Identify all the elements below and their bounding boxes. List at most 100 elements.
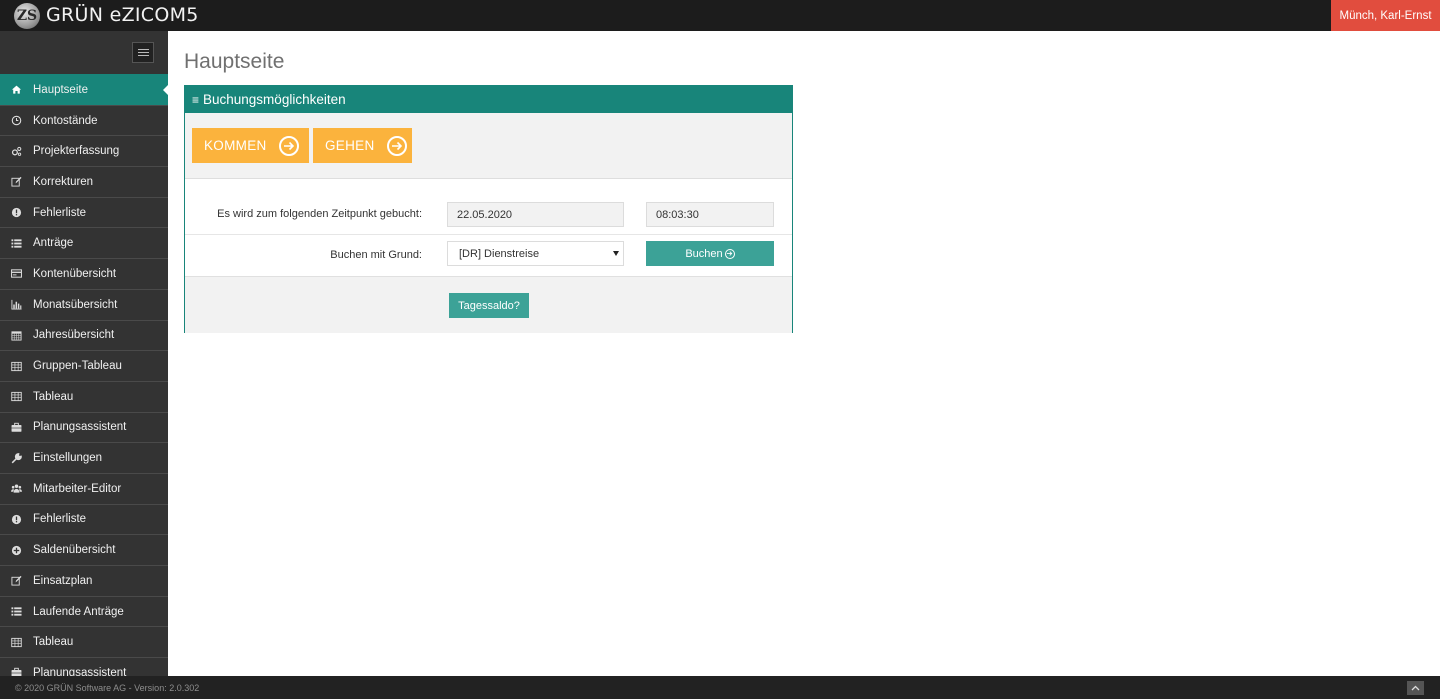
table-icon xyxy=(0,391,33,402)
reason-label: Buchen mit Grund: xyxy=(330,249,422,261)
calendar-icon xyxy=(0,330,33,341)
panel-header: ≡ Buchungsmöglichkeiten xyxy=(185,86,792,113)
logo-mark-text: ZS xyxy=(16,7,38,24)
sidebar-item-label: Gruppen-Tableau xyxy=(33,360,122,373)
sidebar-item-saldenübersicht[interactable]: Saldenübersicht xyxy=(0,534,168,565)
list-icon xyxy=(0,606,33,617)
sidebar-item-label: Planungsassistent xyxy=(33,421,127,434)
sidebar-item-mitarbeiter-editor[interactable]: Mitarbeiter-Editor xyxy=(0,472,168,504)
sidebar-item-hauptseite[interactable]: Hauptseite xyxy=(0,74,168,105)
sidebar-item-projekterfassung[interactable]: Projekterfassung xyxy=(0,135,168,166)
exclamation-icon xyxy=(0,514,33,525)
user-menu-button[interactable]: Münch, Karl-Ernst xyxy=(1331,0,1440,31)
sidebar-item-jahresübersicht[interactable]: Jahresübersicht xyxy=(0,319,168,351)
kommen-label: KOMMEN xyxy=(204,138,267,153)
sidebar-item-label: Saldenübersicht xyxy=(33,544,116,557)
timestamp-row: Es wird zum folgenden Zeitpunkt gebucht:… xyxy=(185,179,792,235)
scroll-top-button[interactable] xyxy=(1407,681,1424,695)
sidebar-header xyxy=(0,31,168,74)
kommen-button[interactable]: KOMMEN xyxy=(192,128,309,163)
app-logo[interactable]: ZS GRÜN eZICOM5 xyxy=(14,2,199,29)
timestamp-label: Es wird zum folgenden Zeitpunkt gebucht: xyxy=(217,208,422,220)
time-field: 08:03:30 xyxy=(646,202,774,227)
logo-mark: ZS xyxy=(14,2,40,29)
table-icon xyxy=(0,361,33,372)
users-icon xyxy=(0,483,33,494)
bar-chart-icon xyxy=(0,299,33,310)
sidebar-item-label: Korrekturen xyxy=(33,175,94,188)
sidebar-item-label: Jahresübersicht xyxy=(33,329,115,342)
plus-circle-icon xyxy=(0,545,33,556)
sidebar-item-label: Einstellungen xyxy=(33,452,103,465)
sidebar-item-label: Planungsassistent xyxy=(33,666,127,676)
sidebar-item-label: Tableau xyxy=(33,390,74,403)
gehen-button[interactable]: GEHEN xyxy=(313,128,412,163)
cogs-icon xyxy=(0,146,33,157)
sidebar-item-korrekturen[interactable]: Korrekturen xyxy=(0,166,168,197)
sidebar-item-tableau[interactable]: Tableau xyxy=(0,626,168,657)
arrow-right-circle-icon xyxy=(278,135,299,156)
list-icon xyxy=(0,238,33,249)
reason-select[interactable]: [DR] Dienstreise xyxy=(447,241,624,266)
sidebar-item-label: Kontenübersicht xyxy=(33,267,117,280)
buchen-button[interactable]: Buchen xyxy=(646,241,774,266)
sidebar-item-tableau[interactable]: Tableau xyxy=(0,380,168,412)
buchen-label: Buchen xyxy=(685,247,723,260)
sidebar-item-anträge[interactable]: Anträge xyxy=(0,227,168,258)
reason-select-value: [DR] Dienstreise xyxy=(459,247,540,260)
clock-icon xyxy=(0,115,33,126)
sidebar-nav: Hauptseite Kontostände Projekterfassung Kor… xyxy=(0,74,168,676)
chevron-up-icon xyxy=(1411,685,1420,691)
sidebar-item-planungsassistent[interactable]: Planungsassistent xyxy=(0,657,168,676)
sidebar-item-fehlerliste[interactable]: Fehlerliste xyxy=(0,196,168,228)
caret-down-icon xyxy=(613,251,619,256)
page-footer: © 2020 GRÜN Software AG - Version: 2.0.3… xyxy=(0,676,1440,699)
sidebar-toggle-button[interactable] xyxy=(132,42,154,63)
copyright-text: © 2020 GRÜN Software AG - Version: 2.0.3… xyxy=(15,683,200,693)
main-content: Hauptseite ≡ Buchungsmöglichkeiten KOMME… xyxy=(168,31,1440,676)
sidebar-item-kontenübersicht[interactable]: Kontenübersicht xyxy=(0,258,168,289)
sidebar-item-fehlerliste[interactable]: Fehlerliste xyxy=(0,503,168,535)
bars-icon: ≡ xyxy=(192,92,200,107)
arrow-right-circle-icon xyxy=(724,248,735,259)
edit-icon xyxy=(0,575,33,586)
sidebar-item-label: Mitarbeiter-Editor xyxy=(33,482,122,495)
sidebar-item-label: Kontostände xyxy=(33,114,98,127)
sidebar-item-planungsassistent[interactable]: Planungsassistent xyxy=(0,411,168,443)
arrow-right-circle-icon xyxy=(386,135,407,156)
table-icon xyxy=(0,637,33,648)
sidebar-item-laufende-anträge[interactable]: Laufende Anträge xyxy=(0,595,168,627)
sidebar-item-einsatzplan[interactable]: Einsatzplan xyxy=(0,565,168,596)
sidebar-item-label: Fehlerliste xyxy=(33,513,87,526)
card-icon xyxy=(0,268,33,279)
edit-icon xyxy=(0,176,33,187)
clock-buttons: KOMMEN GEHEN xyxy=(185,113,792,179)
sidebar-item-label: Projekterfassung xyxy=(33,145,120,158)
tagessaldo-button[interactable]: Tagessaldo? xyxy=(449,293,529,318)
sidebar-item-einstellungen[interactable]: Einstellungen xyxy=(0,442,168,473)
briefcase-icon xyxy=(0,667,33,676)
app-title: GRÜN eZICOM5 xyxy=(46,4,199,26)
sidebar-item-label: Tableau xyxy=(33,636,74,649)
sidebar-item-label: Anträge xyxy=(33,237,74,250)
gehen-label: GEHEN xyxy=(325,138,375,153)
sidebar-item-label: Einsatzplan xyxy=(33,574,93,587)
panel-footer: Tagessaldo? xyxy=(185,277,792,333)
wrench-icon xyxy=(0,452,33,464)
sidebar-item-label: Monatsübersicht xyxy=(33,298,118,311)
sidebar-item-label: Hauptseite xyxy=(33,83,88,96)
reason-row: Buchen mit Grund: [DR] Dienstreise Buche… xyxy=(185,235,792,277)
sidebar: Hauptseite Kontostände Projekterfassung Kor… xyxy=(0,31,168,676)
home-icon xyxy=(0,84,33,95)
sidebar-item-gruppen-tableau[interactable]: Gruppen-Tableau xyxy=(0,350,168,381)
sidebar-item-label: Fehlerliste xyxy=(33,206,87,219)
panel-title: Buchungsmöglichkeiten xyxy=(203,92,346,107)
sidebar-item-monatsübersicht[interactable]: Monatsübersicht xyxy=(0,288,168,320)
date-field: 22.05.2020 xyxy=(447,202,624,227)
top-bar: ZS GRÜN eZICOM5 Münch, Karl-Ernst xyxy=(0,0,1440,31)
sidebar-item-kontostände[interactable]: Kontostände xyxy=(0,104,168,136)
sidebar-item-label: Laufende Anträge xyxy=(33,605,124,618)
briefcase-icon xyxy=(0,422,33,433)
page-title: Hauptseite xyxy=(184,50,285,73)
exclamation-icon xyxy=(0,207,33,218)
